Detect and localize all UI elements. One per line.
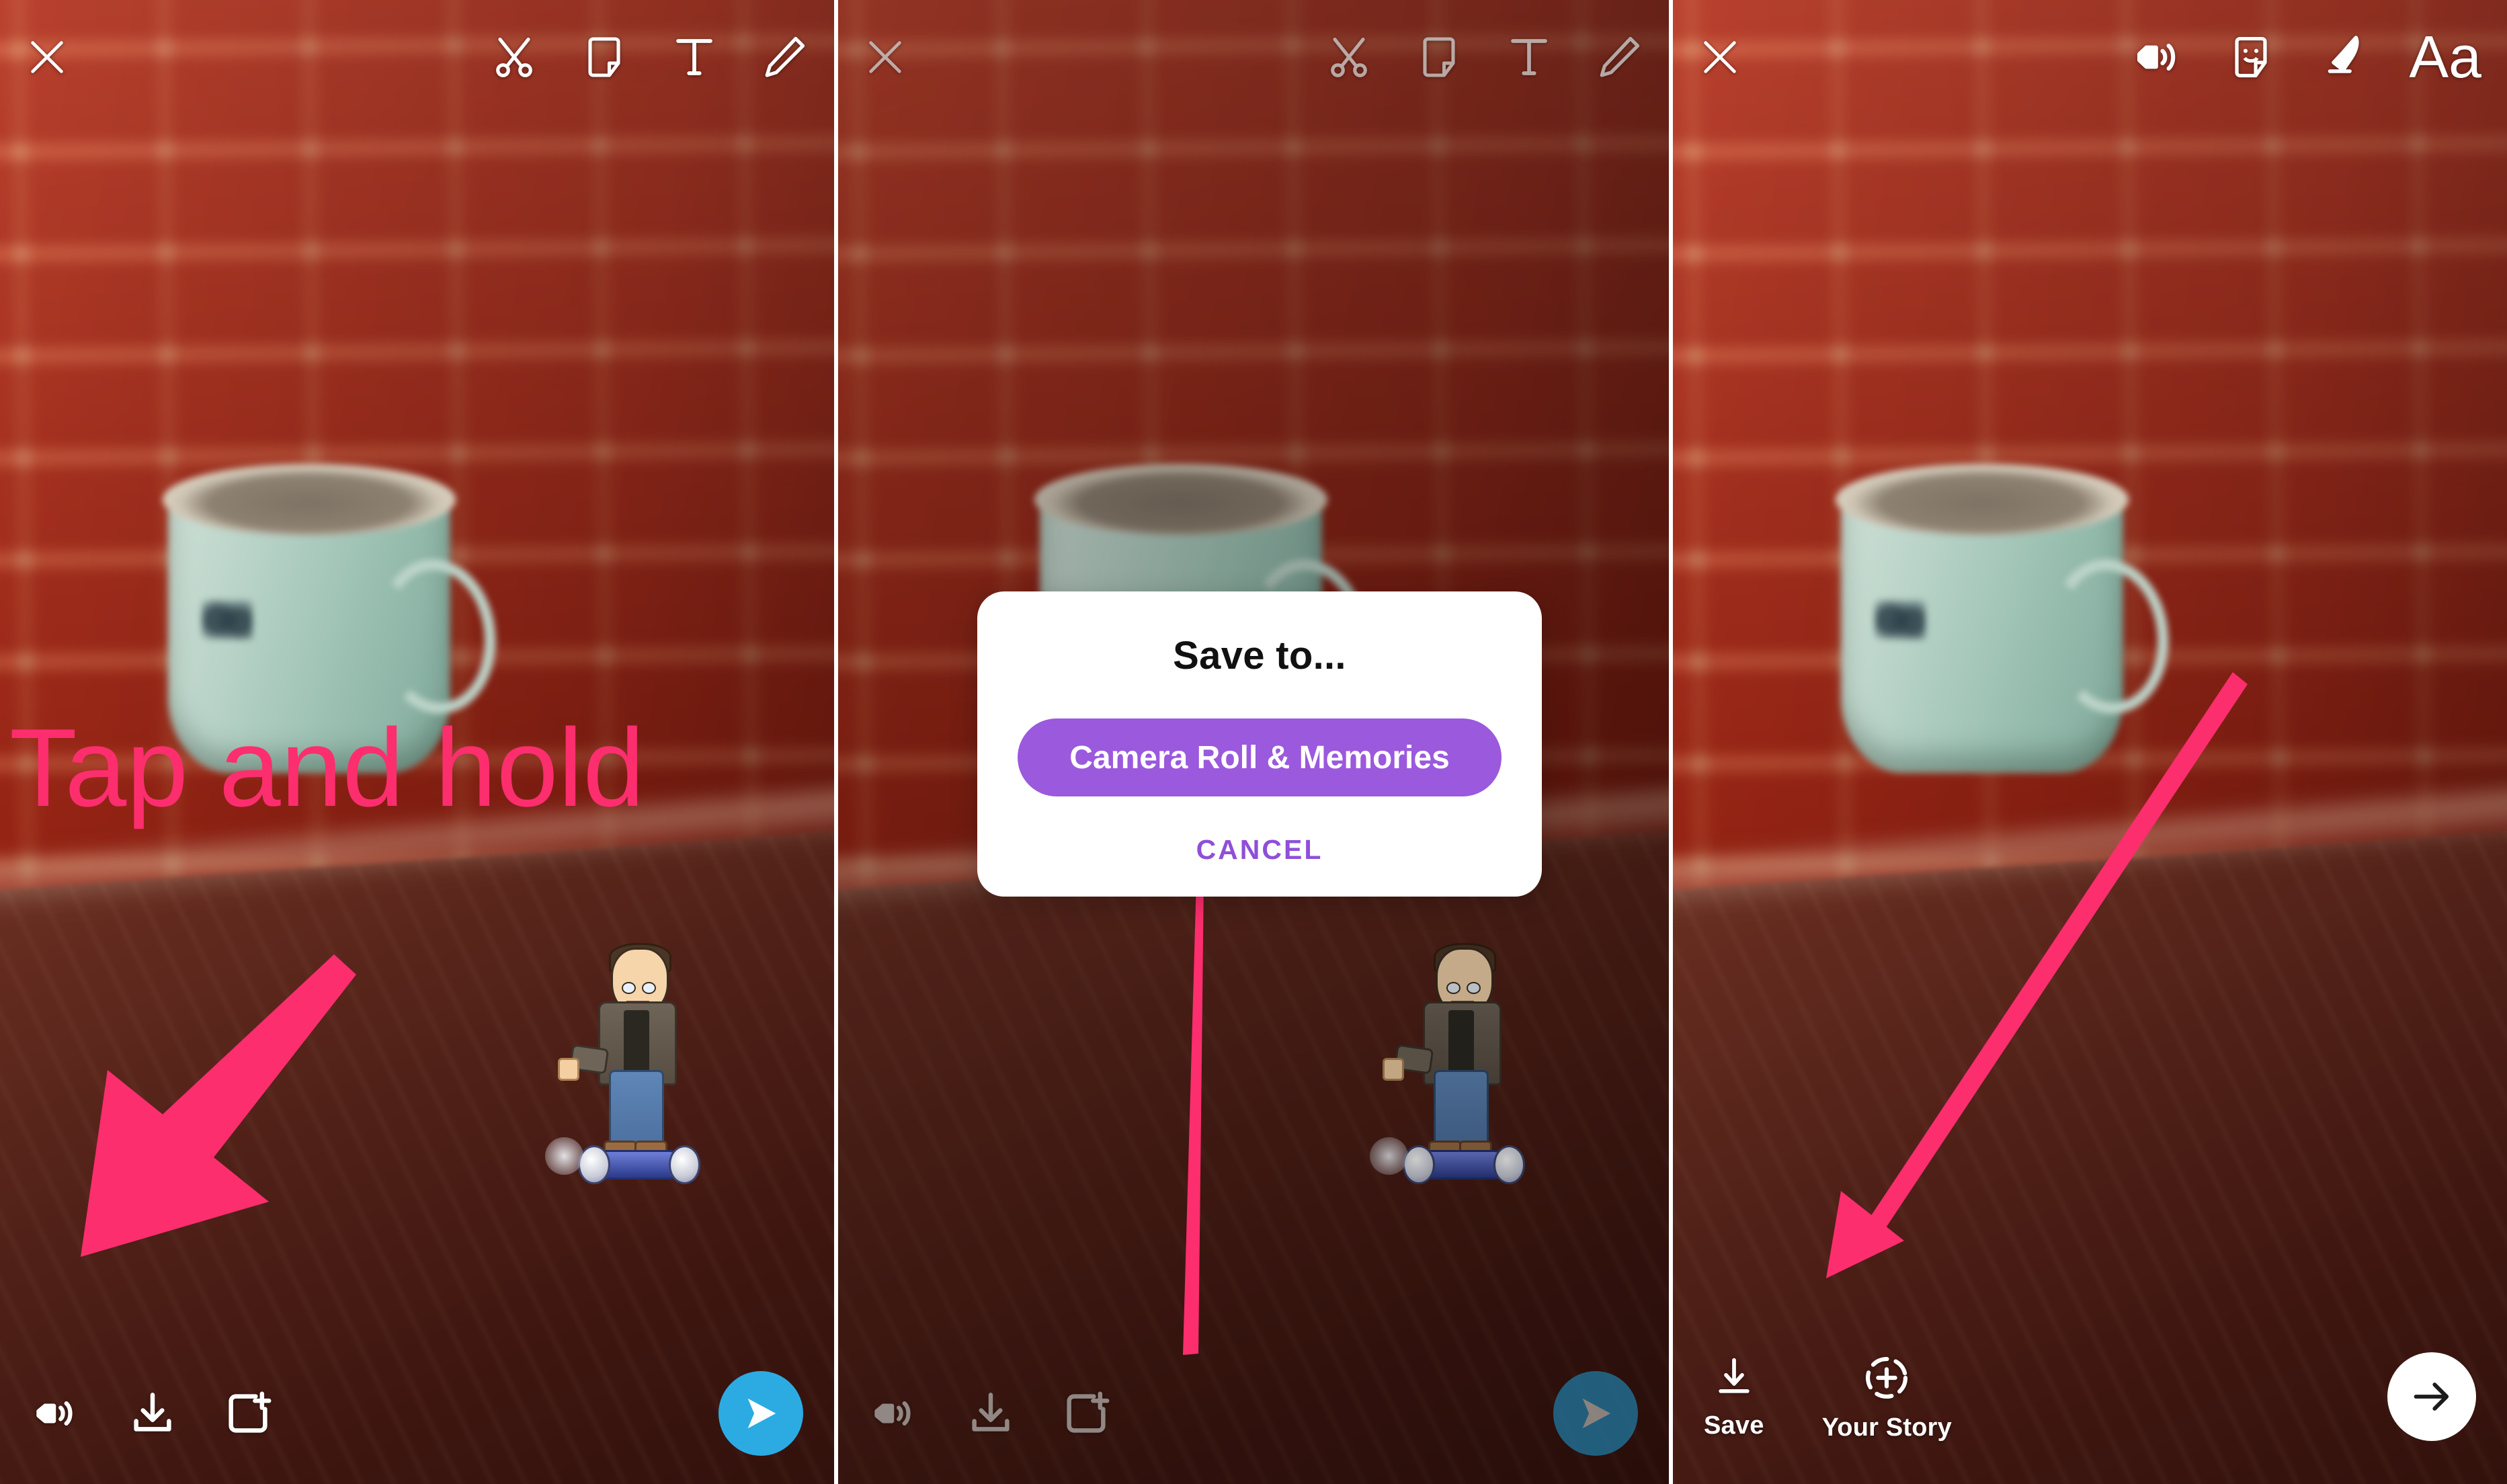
annotation-arrow-thick	[81, 954, 356, 1257]
screenshot-stage: Tap and hold Save to... Camera Roll & Me…	[0, 0, 2507, 1484]
cancel-button[interactable]: CANCEL	[1196, 834, 1323, 866]
panel-send-to-options: Aa Save Your Story	[1673, 0, 2507, 1484]
dialog-title: Save to...	[1173, 634, 1346, 677]
annotation-arrow-thin-diagonal	[1826, 672, 2248, 1278]
save-to-dialog: Save to... Camera Roll & Memories CANCEL	[977, 591, 1542, 897]
camera-roll-memories-button[interactable]: Camera Roll & Memories	[1018, 718, 1502, 796]
panel-save-to-dialog: Save to... Camera Roll & Memories CANCEL	[838, 0, 1669, 1484]
panel-tap-and-hold: Tap and hold	[0, 0, 834, 1484]
